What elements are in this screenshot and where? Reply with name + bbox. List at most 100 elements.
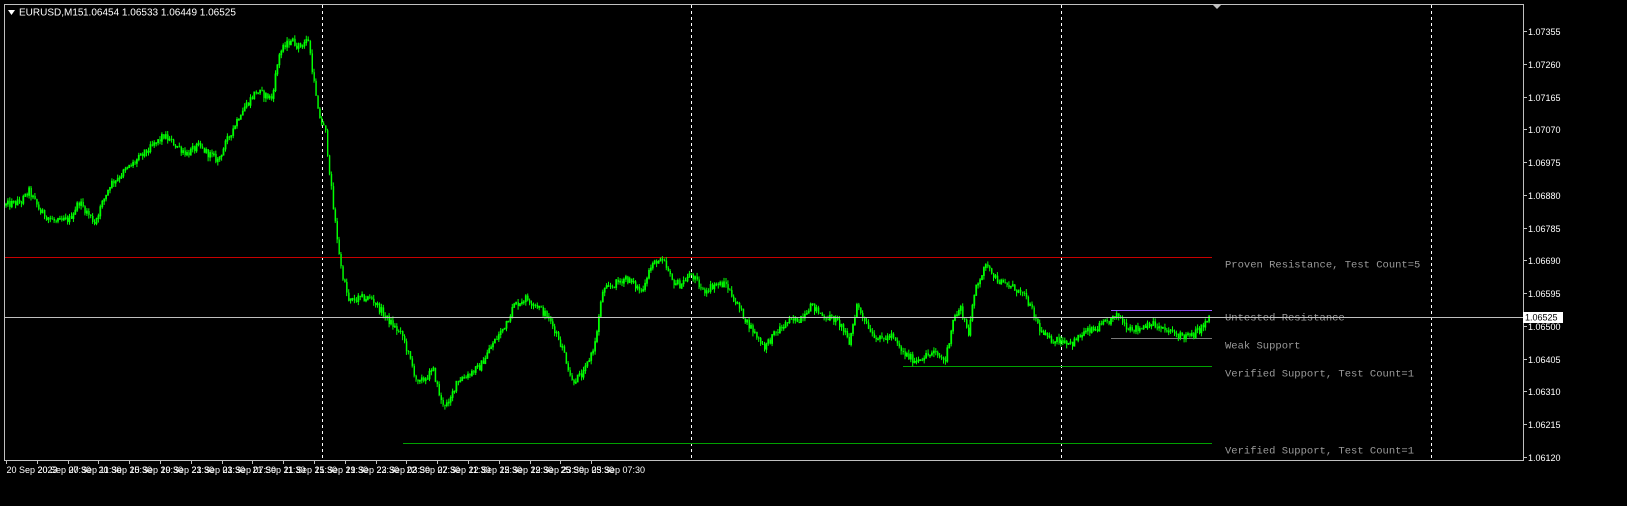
candle-body-bear xyxy=(640,290,643,292)
candle-body-bear xyxy=(1181,332,1184,336)
candle-body-bear xyxy=(402,331,404,337)
y-tick-label: 1.07070 xyxy=(1528,125,1561,135)
candle-body-bear xyxy=(627,276,629,283)
candle-body-bear xyxy=(369,296,371,298)
candle-body-bear xyxy=(482,360,485,364)
candle-body-bear xyxy=(1127,329,1130,331)
candle-body-bear xyxy=(690,273,693,275)
candle-body-bear xyxy=(1097,329,1099,332)
candle-body-bear xyxy=(1016,290,1018,293)
candle-body-bear xyxy=(558,332,560,340)
candle-body-bear xyxy=(698,279,700,288)
candle-body-bear xyxy=(939,355,941,358)
candle-body-bear xyxy=(875,337,877,340)
candle-body-bear xyxy=(199,143,202,147)
candle-body-bear xyxy=(611,286,614,288)
candle-body-bear xyxy=(284,45,286,47)
candle-body-bear xyxy=(846,331,849,337)
candle-body-bear xyxy=(1037,318,1039,323)
candle-body-bear xyxy=(1058,337,1060,344)
candle-body-bear xyxy=(1164,327,1166,331)
candle-body-bear xyxy=(346,281,348,293)
candle-body-bear xyxy=(898,343,901,347)
candle-body-bear xyxy=(1020,289,1022,292)
candle-body-bear xyxy=(255,91,258,93)
candle-body-bear xyxy=(896,340,899,344)
candle-body-bear xyxy=(178,146,181,148)
candle-body-bear xyxy=(228,136,231,138)
candle-body-bear xyxy=(415,375,417,380)
candle-body-bear xyxy=(1093,327,1095,330)
candle-body-bear xyxy=(423,377,425,381)
candle-body-bear xyxy=(873,333,876,338)
chart-window[interactable]: Proven Resistance, Test Count=5 Untested … xyxy=(0,0,1627,501)
candle-body-bear xyxy=(1050,336,1053,343)
header-symbol: EURUSD,M15 xyxy=(19,8,84,19)
candle-body-bear xyxy=(215,153,217,162)
candle-body-bear xyxy=(26,194,29,196)
candle-body-bear xyxy=(248,102,250,106)
y-tick-label: 1.06120 xyxy=(1528,453,1561,463)
candle-body-bear xyxy=(61,218,63,220)
candle-body-bear xyxy=(908,353,910,360)
candle-body-bear xyxy=(180,146,183,153)
candle-body-bear xyxy=(417,379,419,382)
candle-body-bear xyxy=(1149,323,1151,327)
price-chart[interactable]: Proven Resistance, Test Count=5 Untested … xyxy=(0,0,1627,501)
candle-body-bear xyxy=(315,80,317,96)
candle-body-bear xyxy=(130,165,132,167)
candle-body-bear xyxy=(1145,325,1147,328)
candle-body-bear xyxy=(517,302,519,306)
candle-body-bear xyxy=(1021,291,1024,293)
candle-body-bear xyxy=(171,139,173,140)
candle-body-bear xyxy=(398,331,400,332)
candle-body-bear xyxy=(375,302,377,305)
candle-body-bear xyxy=(271,96,273,99)
candle-body-bear xyxy=(363,294,365,301)
candle-body-bear xyxy=(937,352,939,356)
y-tick-label: 1.06880 xyxy=(1528,191,1561,201)
candle-body-bear xyxy=(473,371,475,373)
y-tick-label: 1.07260 xyxy=(1528,60,1561,70)
candle-body-bear xyxy=(263,90,265,99)
candle-body-bear xyxy=(546,311,548,318)
y-tick-label: 1.06405 xyxy=(1528,355,1561,365)
candle-body-bear xyxy=(371,297,373,299)
candle-body-bear xyxy=(353,298,356,301)
current-price-box: 1.06525 xyxy=(1523,312,1563,323)
candle-body-bear xyxy=(656,260,658,264)
zone-label-0: Proven Resistance, Test Count=5 xyxy=(1225,260,1420,272)
candle-body-bear xyxy=(1125,322,1128,330)
candle-body-bear xyxy=(552,321,554,327)
candle-body-bear xyxy=(71,216,73,219)
candle-body-bear xyxy=(758,337,760,339)
candle-body-bear xyxy=(1141,328,1143,330)
candle-body-bear xyxy=(756,331,758,338)
candle-body-bear xyxy=(667,267,670,271)
candle-body-bear xyxy=(323,123,325,126)
candle-body-bear xyxy=(207,149,209,158)
candle-body-bear xyxy=(1014,284,1016,291)
candle-body-bear xyxy=(1183,335,1185,339)
candle-body-bear xyxy=(529,300,531,304)
candle-body-bear xyxy=(821,313,824,316)
candle-body-bear xyxy=(159,139,161,142)
candle-body-bear xyxy=(825,318,827,320)
y-tick-label: 1.07355 xyxy=(1528,27,1561,37)
candle-body-bear xyxy=(382,307,385,317)
candle-body-bear xyxy=(163,134,165,139)
candle-body-bear xyxy=(885,338,887,340)
candle-body-bear xyxy=(871,331,874,334)
candle-body-bear xyxy=(792,318,795,321)
candle-body-bear xyxy=(731,290,733,297)
candle-body-bear xyxy=(631,278,633,282)
candle-body-bear xyxy=(762,343,764,345)
zone-label-1: Untested Resistance xyxy=(1225,313,1345,325)
candle-body-bear xyxy=(442,400,444,405)
candle-body-bear xyxy=(725,281,727,285)
candle-body-bear xyxy=(998,282,1001,284)
header-ohlc: 1.06454 1.06533 1.06449 1.06525 xyxy=(83,8,236,19)
candle-body-bear xyxy=(1123,322,1126,324)
candle-body-bear xyxy=(94,222,96,224)
y-tick-label: 1.06975 xyxy=(1528,158,1561,168)
